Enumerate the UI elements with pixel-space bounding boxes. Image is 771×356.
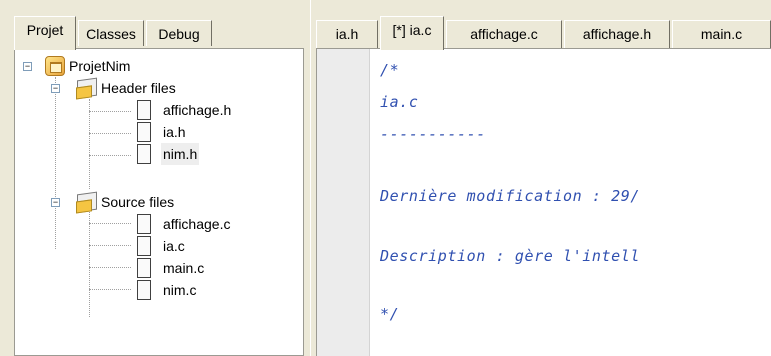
tab-affichage-c[interactable]: affichage.c (446, 20, 562, 48)
tree-label: affichage.h (163, 102, 232, 118)
collapse-icon[interactable]: − (23, 62, 32, 71)
code-line: /* (380, 61, 400, 79)
code-editor[interactable]: /* ia.c ----------- Dernière modificatio… (316, 48, 771, 356)
project-panel: Projet Classes Debug − ProjetNim − Heade… (0, 0, 310, 356)
tree-label: Header files (101, 80, 176, 96)
collapse-icon[interactable]: − (51, 198, 60, 207)
panel-splitter[interactable] (310, 0, 315, 356)
file-icon (137, 258, 151, 278)
editor-tabs: ia.h [*] ia.c affichage.c affichage.h ma… (316, 0, 771, 50)
tree-label: ia.h (163, 124, 186, 140)
tab-projet[interactable]: Projet (14, 16, 76, 50)
tree-item-source-files[interactable]: − Source files (15, 191, 303, 213)
code-line: Description : gère l'intell (380, 247, 641, 265)
tree-item-main-c[interactable]: main.c (15, 257, 303, 279)
code-line: ia.c (380, 93, 419, 111)
tab-ia-c[interactable]: [*] ia.c (380, 16, 444, 50)
file-icon (137, 144, 151, 164)
tree-label: ProjetNim (69, 58, 131, 74)
tree-item-ia-c[interactable]: ia.c (15, 235, 303, 257)
tree-item-nim-h[interactable]: nim.h (15, 143, 303, 165)
tree-label: affichage.c (163, 216, 231, 232)
file-icon (137, 214, 151, 234)
project-icon (45, 56, 65, 76)
file-icon (137, 122, 151, 142)
tree-label: nim.c (163, 282, 197, 298)
code-line: Dernière modification : 29/ (380, 187, 641, 205)
tree-item-ia-h[interactable]: ia.h (15, 121, 303, 143)
tab-debug[interactable]: Debug (146, 20, 212, 46)
project-tree: − ProjetNim − Header files affichage.h i… (14, 48, 304, 356)
tab-main-c[interactable]: main.c (672, 20, 771, 48)
code-line: */ (380, 305, 400, 323)
tree-label: main.c (163, 260, 205, 276)
folder-icon (77, 191, 97, 213)
tab-ia-h[interactable]: ia.h (316, 20, 378, 48)
tree-item-projetnim[interactable]: − ProjetNim (15, 55, 303, 77)
folder-icon (77, 77, 97, 99)
tab-classes[interactable]: Classes (78, 20, 144, 46)
tab-affichage-h[interactable]: affichage.h (564, 20, 670, 48)
code-line: ----------- (380, 125, 486, 143)
tree-label: Source files (101, 194, 175, 210)
file-icon (137, 100, 151, 120)
collapse-icon[interactable]: − (51, 84, 60, 93)
file-icon (137, 236, 151, 256)
tree-item-affichage-h[interactable]: affichage.h (15, 99, 303, 121)
tree-item-header-files[interactable]: − Header files (15, 77, 303, 99)
tree-label: ia.c (163, 238, 185, 254)
tree-item-affichage-c[interactable]: affichage.c (15, 213, 303, 235)
tree-item-nim-c[interactable]: nim.c (15, 279, 303, 301)
file-icon (137, 280, 151, 300)
tree-label: nim.h (161, 143, 200, 165)
line-gutter (317, 49, 370, 356)
